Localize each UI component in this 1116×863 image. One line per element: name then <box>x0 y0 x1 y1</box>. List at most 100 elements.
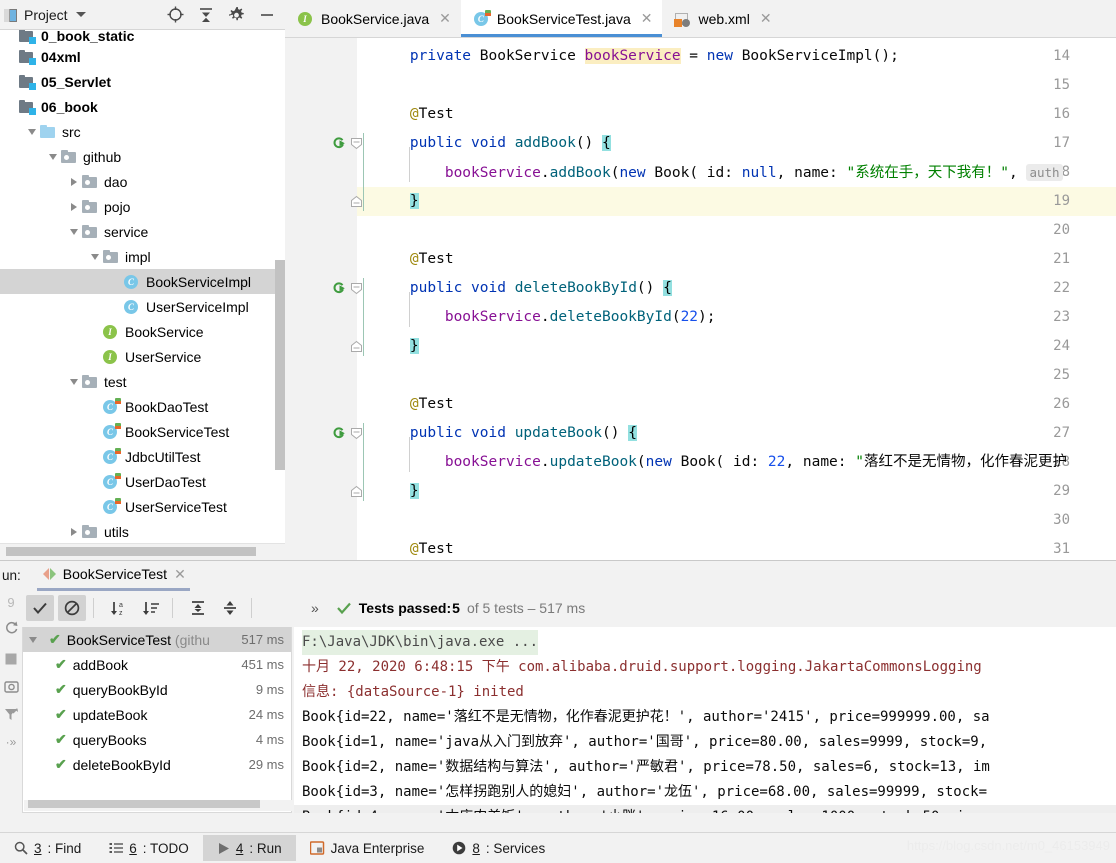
close-icon[interactable]: ✕ <box>641 10 653 27</box>
expand-all-icon[interactable] <box>184 595 212 621</box>
status-bar-item-todo[interactable]: 6: TODO <box>95 835 203 861</box>
console-line[interactable]: Book{id=22, name='落红不是无情物，化作春泥更护花！', aut… <box>302 705 990 730</box>
code-line[interactable]: @Test <box>375 390 454 419</box>
show-passed-toggle[interactable] <box>26 595 54 621</box>
status-bar-item-java-enterprise[interactable]: Java Enterprise <box>296 835 439 861</box>
collapse-arrow-icon[interactable] <box>25 128 39 135</box>
collapse-arrow-icon[interactable] <box>29 636 37 643</box>
code-line[interactable]: bookService.addBook(new Book( id: null, … <box>375 158 1063 187</box>
test-result-row[interactable]: ✔ queryBookById 9 ms <box>23 677 291 702</box>
locate-icon[interactable] <box>167 6 184 23</box>
code-line[interactable]: bookService.deleteBookById(22); <box>375 303 716 332</box>
tree-item-dao[interactable]: dao <box>0 169 285 194</box>
close-icon[interactable]: ✕ <box>439 10 451 27</box>
tree-item-userserviceimpl[interactable]: C UserServiceImpl <box>0 294 285 319</box>
expand-arrow-icon[interactable] <box>67 527 81 536</box>
console-line[interactable]: Book{id=4, name='本店肉美饭', author='小胖', pr… <box>302 805 982 813</box>
code-editor[interactable]: 1415161718192021222324252627282930313233… <box>285 38 1116 560</box>
rerun-failed-icon[interactable] <box>4 620 19 638</box>
tree-item-utils[interactable]: utils <box>0 519 285 544</box>
expand-arrow-icon[interactable] <box>67 202 81 211</box>
collapse-arrow-icon[interactable] <box>88 253 102 260</box>
code-line[interactable]: private BookService bookService = new Bo… <box>375 42 899 71</box>
editor-gutter[interactable] <box>285 38 357 560</box>
chevron-down-icon[interactable] <box>75 12 86 17</box>
code-line[interactable]: @Test <box>375 535 454 560</box>
sort-alphabetically-icon[interactable]: az <box>105 595 133 621</box>
console-line[interactable]: Book{id=1, name='java从入门到放弃', author='国哥… <box>302 730 987 755</box>
code-line[interactable]: bookService.updateBook(new Book( id: 22,… <box>375 448 1067 477</box>
tree-item-github[interactable]: github <box>0 144 285 169</box>
status-bar-item-services[interactable]: 8: Services <box>438 835 559 861</box>
run-test-gutter-icon[interactable] <box>331 281 346 296</box>
code-line[interactable]: @Test <box>375 245 454 274</box>
close-icon[interactable]: ✕ <box>760 10 772 27</box>
tree-item-service[interactable]: service <box>0 219 285 244</box>
expand-arrow-icon[interactable] <box>67 177 81 186</box>
project-panel-title[interactable]: Project <box>24 7 68 23</box>
stop-icon[interactable] <box>4 652 18 669</box>
editor-tab-bookservicetest[interactable]: C BookServiceTest.java ✕ <box>460 0 663 37</box>
tree-item-pojo[interactable]: pojo <box>0 194 285 219</box>
tree-item-src[interactable]: src <box>0 119 285 144</box>
collapse-arrow-icon[interactable] <box>46 153 60 160</box>
run-test-gutter-icon[interactable] <box>331 426 346 441</box>
tree-item-bookservice[interactable]: I BookService <box>0 319 285 344</box>
tree-horizontal-scrollbar[interactable] <box>6 547 256 556</box>
run-configuration-tab[interactable]: BookServiceTest ✕ <box>36 566 190 591</box>
hide-ignored-toggle[interactable] <box>58 595 86 621</box>
code-line[interactable]: public void deleteBookById() { <box>375 274 672 303</box>
tree-item-0-book-static[interactable]: 0_book_static <box>0 30 285 44</box>
tree-item-impl[interactable]: impl <box>0 244 285 269</box>
editor-tab-webxml[interactable]: web.xml ✕ <box>662 0 781 37</box>
tree-item-test[interactable]: test <box>0 369 285 394</box>
run-test-gutter-icon[interactable] <box>331 136 346 151</box>
more-icon[interactable]: » <box>311 600 319 616</box>
console-line[interactable]: 信息: {dataSource-1} inited <box>302 680 524 705</box>
collapse-all-icon[interactable] <box>216 595 244 621</box>
console-line[interactable]: Book{id=2, name='数据结构与算法', author='严敏君',… <box>302 755 990 780</box>
code-line[interactable]: } <box>375 332 419 361</box>
editor-code-area[interactable]: private BookService bookService = new Bo… <box>357 38 1116 560</box>
test-result-row[interactable]: ✔ updateBook 24 ms <box>23 702 291 727</box>
tree-item-jdbcutiltest[interactable]: C JdbcUtilTest <box>0 444 285 469</box>
collapse-arrow-icon[interactable] <box>67 378 81 385</box>
minimize-icon[interactable] <box>259 7 275 23</box>
project-tree[interactable]: 0_book_static 04xml 05_Servlet 06_book src gi… <box>0 30 285 560</box>
export-icon[interactable] <box>3 679 19 697</box>
console-line[interactable]: Book{id=3, name='怎样拐跑别人的媳妇', author='龙伍'… <box>302 780 987 805</box>
status-bar-item-find[interactable]: 3: Find <box>0 835 95 861</box>
tree-item-userservice[interactable]: I UserService <box>0 344 285 369</box>
code-line[interactable]: } <box>375 187 419 216</box>
sort-by-duration-icon[interactable] <box>137 595 165 621</box>
status-bar-item-run[interactable]: 4: Run <box>202 835 296 861</box>
test-result-row[interactable]: ✔ addBook 451 ms <box>23 652 291 677</box>
test-result-row[interactable]: ✔ BookServiceTest (githu 517 ms <box>23 627 291 652</box>
tree-item-06-book[interactable]: 06_book <box>0 94 285 119</box>
tree-item-bookservicetest[interactable]: C BookServiceTest <box>0 419 285 444</box>
console-output[interactable]: F:\Java\JDK\bin\java.exe ... 十月 22, 2020 … <box>294 627 1116 813</box>
collapse-all-icon[interactable] <box>198 7 214 23</box>
collapse-arrow-icon[interactable] <box>67 228 81 235</box>
tree-item-bookserviceimpl[interactable]: C BookServiceImpl <box>0 269 285 294</box>
tree-item-04xml[interactable]: 04xml <box>0 44 285 69</box>
code-line[interactable]: } <box>375 477 419 506</box>
code-line[interactable]: public void updateBook() { <box>375 419 637 448</box>
test-results-tree[interactable]: ✔ BookServiceTest (githu 517 ms ✔ addBook 451… <box>22 627 292 813</box>
test-result-row[interactable]: ✔ queryBooks 4 ms <box>23 727 291 752</box>
gear-icon[interactable] <box>228 6 245 23</box>
filter-icon[interactable] <box>4 707 19 725</box>
more-icon[interactable]: ·» <box>6 735 17 749</box>
tree-item-userdaotest[interactable]: C UserDaoTest <box>0 469 285 494</box>
code-line[interactable]: public void addBook() { <box>375 129 611 158</box>
tree-item-05-servlet[interactable]: 05_Servlet <box>0 69 285 94</box>
console-line[interactable]: F:\Java\JDK\bin\java.exe ... <box>302 630 539 655</box>
tree-item-userservicetest[interactable]: C UserServiceTest <box>0 494 285 519</box>
close-icon[interactable]: ✕ <box>174 566 186 583</box>
console-line[interactable]: 十月 22, 2020 6:48:15 下午 com.alibaba.druid… <box>302 655 982 680</box>
test-result-row[interactable]: ✔ deleteBookById 29 ms <box>23 752 291 777</box>
tree-vertical-scrollbar[interactable] <box>275 260 285 470</box>
test-tree-hscrollbar[interactable] <box>28 800 260 808</box>
tree-item-bookdaotest[interactable]: C BookDaoTest <box>0 394 285 419</box>
code-line[interactable]: @Test <box>375 100 454 129</box>
